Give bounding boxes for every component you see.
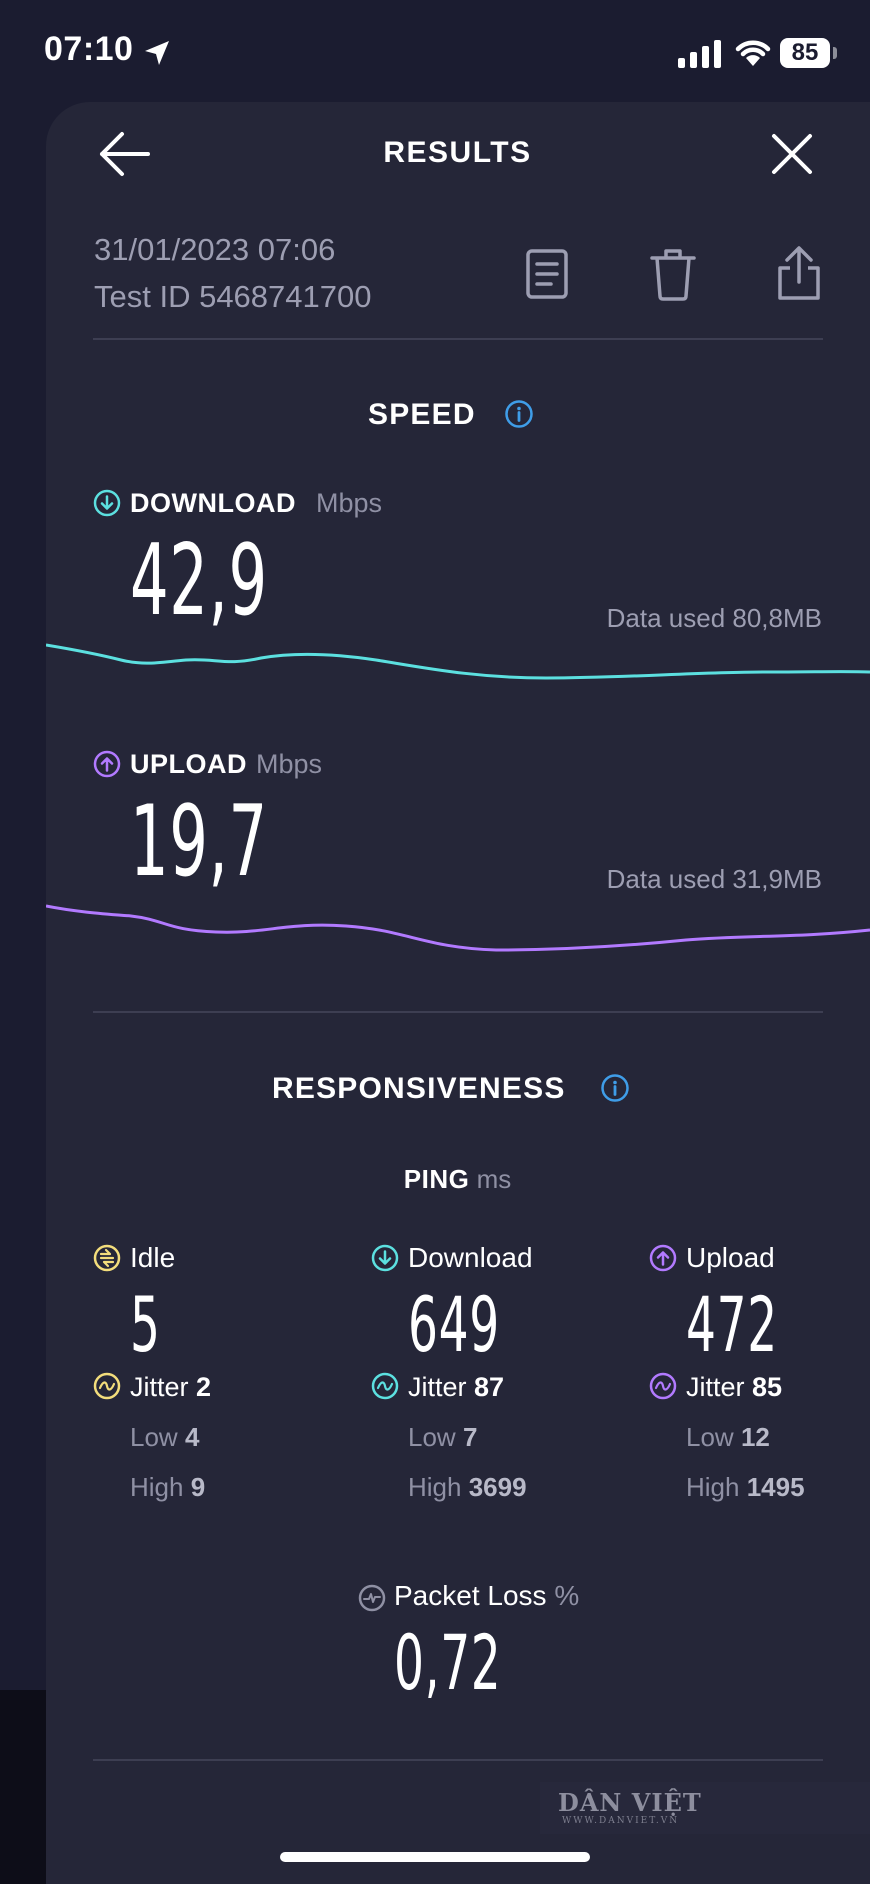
- idle-low: Low 4: [130, 1422, 199, 1453]
- download-high: High 3699: [408, 1472, 527, 1503]
- ping-download-value: 649: [408, 1280, 500, 1369]
- upload-jitter-icon: [649, 1372, 677, 1400]
- page-title: RESULTS: [383, 136, 532, 169]
- upload-speed: 19,7: [130, 785, 268, 899]
- upload-jitter-label: Jitter: [686, 1372, 745, 1402]
- speed-title: SPEED: [368, 398, 476, 431]
- status-time: 07:10: [44, 30, 134, 68]
- wifi-icon: [735, 40, 771, 66]
- upload-low: Low 12: [686, 1422, 770, 1453]
- download-high-label: High: [408, 1472, 462, 1502]
- download-jitter-icon: [371, 1372, 399, 1400]
- results-sheet: [46, 102, 870, 1884]
- ping-upload-value: 472: [686, 1280, 778, 1369]
- upload-high-label: High: [686, 1472, 740, 1502]
- trash-icon[interactable]: [648, 246, 698, 302]
- upload-low-label: Low: [686, 1422, 734, 1452]
- idle-jitter-icon: [93, 1372, 121, 1400]
- download-low: Low 7: [408, 1422, 477, 1453]
- idle-ping-value: 5: [130, 1280, 161, 1369]
- watermark: DÂN VIỆT WWW.DANVIET.VN: [540, 1782, 870, 1834]
- ping-upload-icon: [649, 1244, 677, 1272]
- idle-label: Idle: [130, 1242, 176, 1273]
- upload-low-value: 12: [740, 1422, 770, 1452]
- close-icon[interactable]: [768, 130, 816, 178]
- idle-low-value: 4: [184, 1422, 200, 1452]
- divider-top: [93, 338, 823, 340]
- idle-low-label: Low: [130, 1422, 178, 1452]
- responsiveness-info-icon[interactable]: [600, 1073, 630, 1103]
- idle-jitter: Jitter 2: [130, 1372, 211, 1403]
- download-unit: Mbps: [316, 488, 383, 518]
- download-high-value: 3699: [468, 1472, 527, 1502]
- ping-unit: ms: [476, 1164, 512, 1194]
- divider-middle: [93, 1011, 823, 1013]
- ping-download-label: Download: [408, 1242, 533, 1273]
- watermark-brand: DÂN VIỆT: [558, 1788, 702, 1817]
- download-label: DOWNLOAD: [130, 488, 296, 518]
- ping-download-icon: [371, 1244, 399, 1272]
- test-date: 31/01/2023 07:06: [94, 232, 336, 267]
- download-low-label: Low: [408, 1422, 456, 1452]
- ping-upload-label: Upload: [686, 1242, 775, 1273]
- share-icon[interactable]: [772, 244, 826, 302]
- packet-loss-value: 0,72: [394, 1618, 502, 1707]
- test-id: Test ID 5468741700: [94, 279, 372, 314]
- idle-high-label: High: [130, 1472, 184, 1502]
- download-speed: 42,9: [130, 524, 268, 638]
- document-icon[interactable]: [524, 248, 572, 300]
- download-speed-graph: [46, 643, 870, 680]
- battery-tip: [833, 47, 837, 59]
- ping-label: PING: [403, 1164, 470, 1194]
- divider-bottom: [93, 1759, 823, 1761]
- responsiveness-title: RESPONSIVENESS: [272, 1072, 566, 1105]
- idle-icon: [93, 1244, 121, 1272]
- download-jitter: Jitter 87: [408, 1372, 504, 1403]
- upload-jitter-value: 85: [752, 1372, 783, 1402]
- download-jitter-label: Jitter: [408, 1372, 467, 1402]
- packet-loss-text: Packet Loss: [394, 1580, 547, 1611]
- cellular-signal-icon: [678, 40, 721, 68]
- packet-loss-label: Packet Loss %: [394, 1580, 579, 1612]
- battery-level: 85: [780, 38, 830, 68]
- upload-high-value: 1495: [746, 1472, 805, 1502]
- upload-speed-graph: [46, 904, 870, 952]
- download-arrow-icon: [93, 489, 121, 517]
- upload-label: UPLOAD: [130, 749, 247, 779]
- upload-unit: Mbps: [256, 749, 323, 779]
- speed-info-icon[interactable]: [504, 399, 534, 429]
- upload-arrow-icon: [93, 750, 121, 778]
- status-bar: 07:10 85: [0, 0, 870, 100]
- home-indicator[interactable]: [280, 1852, 590, 1862]
- watermark-site: WWW.DANVIET.VN: [562, 1816, 680, 1826]
- download-jitter-value: 87: [474, 1372, 505, 1402]
- packet-loss-icon: [358, 1584, 386, 1612]
- idle-high-value: 9: [190, 1472, 206, 1502]
- idle-jitter-label: Jitter: [130, 1372, 189, 1402]
- ping-title: PING ms: [0, 1164, 870, 1195]
- upload-high: High 1495: [686, 1472, 805, 1503]
- location-arrow-icon: [145, 41, 169, 65]
- download-low-value: 7: [462, 1422, 478, 1452]
- idle-jitter-value: 2: [196, 1372, 212, 1402]
- packet-loss-unit: %: [554, 1580, 580, 1611]
- upload-jitter: Jitter 85: [686, 1372, 782, 1403]
- idle-high: High 9: [130, 1472, 205, 1503]
